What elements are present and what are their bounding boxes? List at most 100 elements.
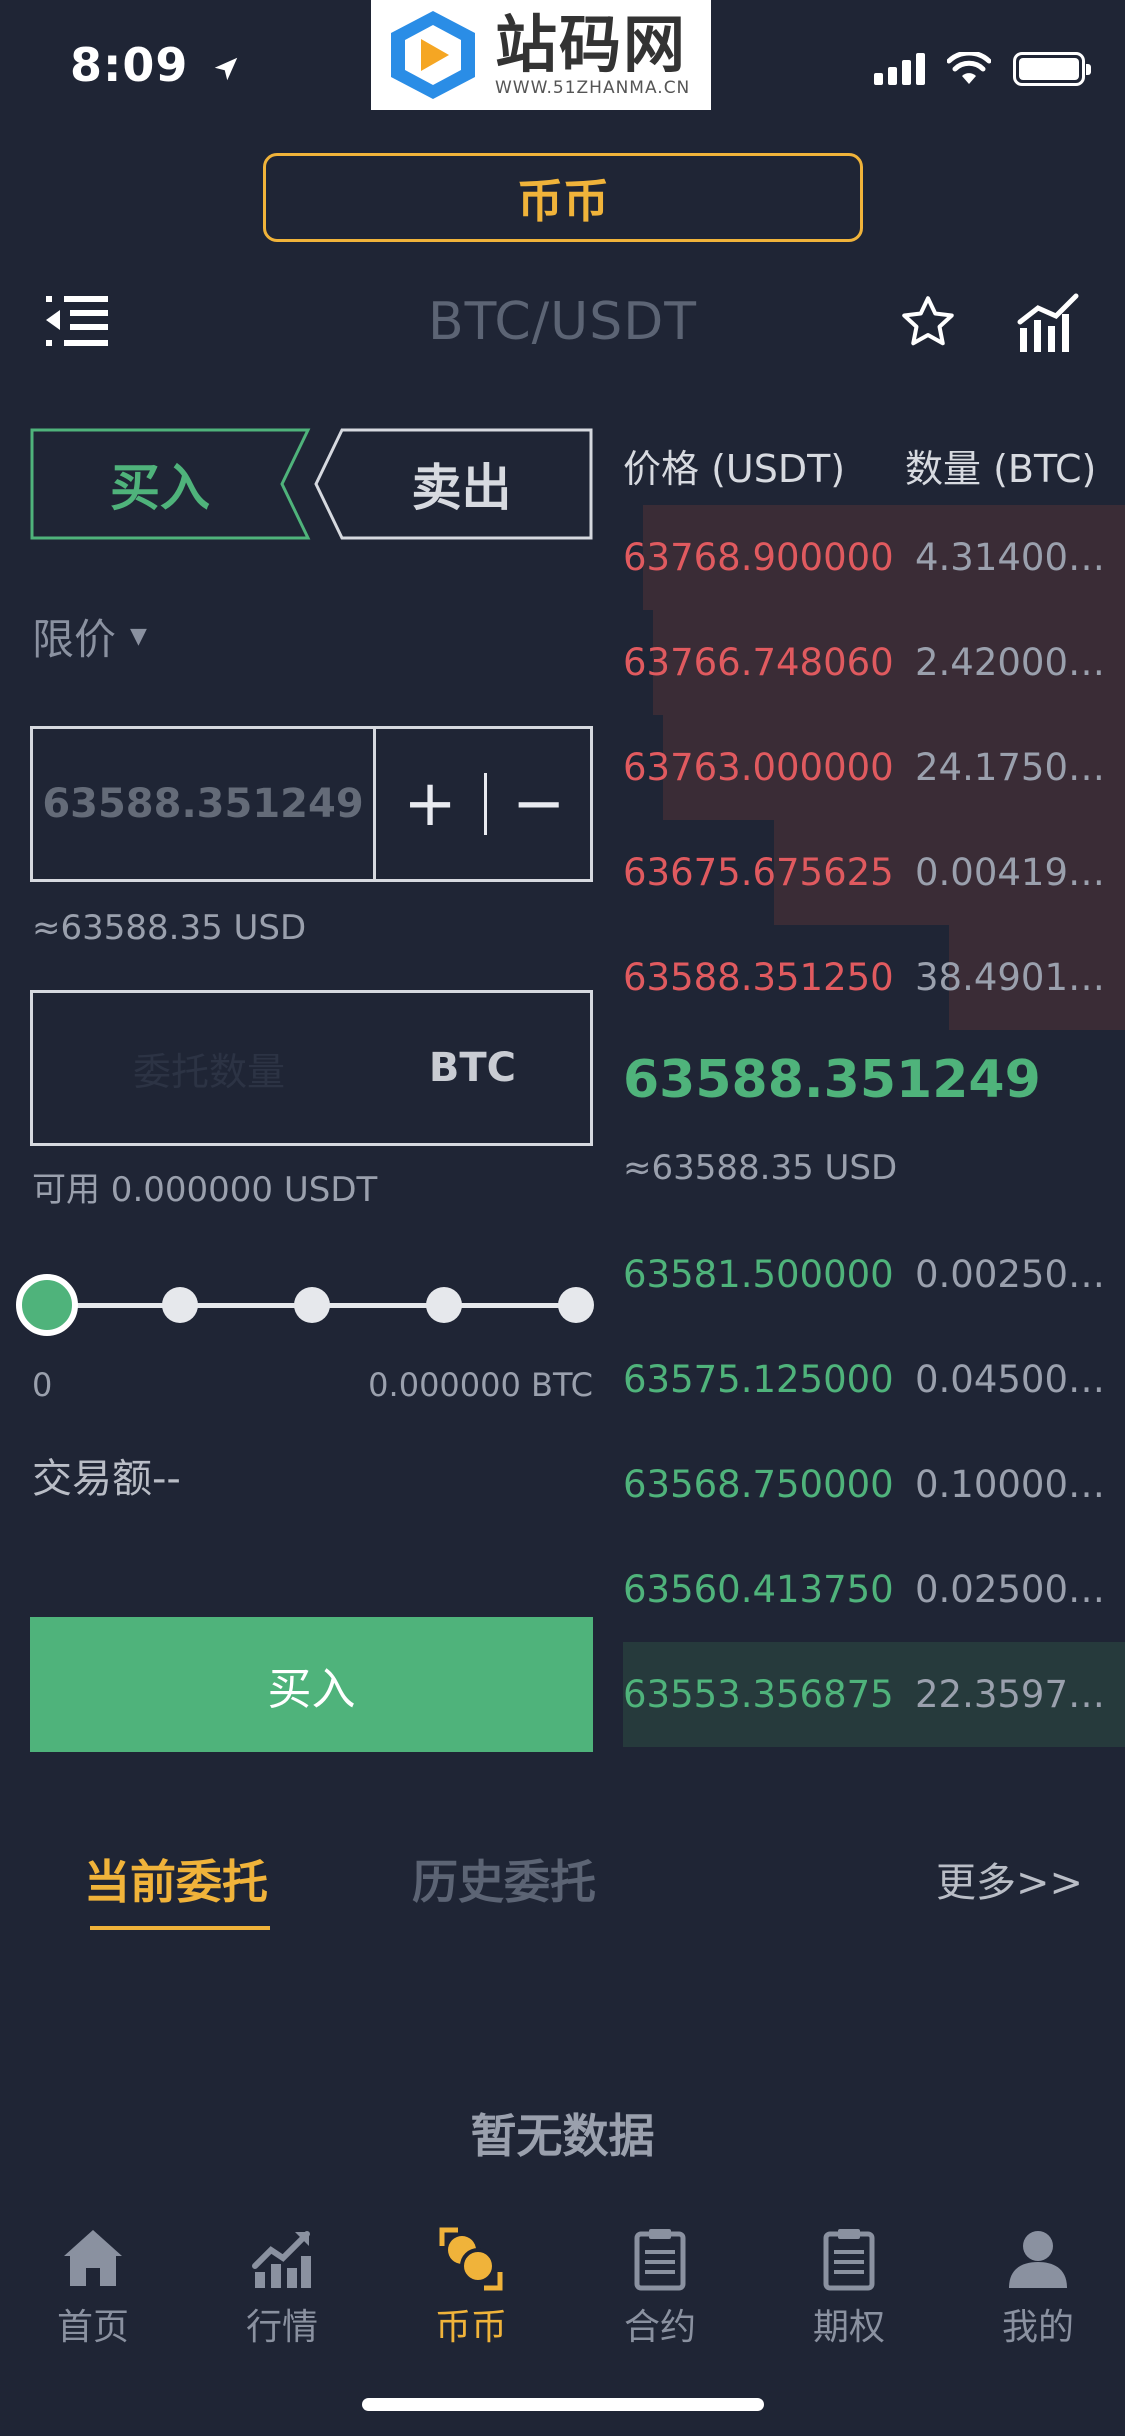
status-time: 8:09 (70, 38, 241, 92)
tab-sell[interactable]: 卖出 (330, 428, 593, 540)
orderbook-price: 63553.356875 (623, 1673, 894, 1716)
nav-options-label: 期权 (812, 2307, 885, 2348)
orderbook-qty: 38.4901… (915, 956, 1106, 999)
orderbook-price: 63581.500000 (623, 1253, 894, 1296)
order-type-dropdown[interactable]: 限价 ▼ (32, 606, 147, 667)
nav-profile-label: 我的 (1001, 2307, 1074, 2348)
orderbook-price: 63575.125000 (623, 1358, 894, 1401)
orderbook-price: 63768.900000 (623, 536, 894, 579)
nav-coins-label: 币币 (434, 2307, 507, 2348)
caret-down-icon: ▼ (130, 624, 147, 649)
tab-current-orders[interactable]: 当前委托 (84, 1846, 268, 1912)
status-time-text: 8:09 (70, 38, 189, 92)
amount-slider[interactable] (16, 1270, 596, 1340)
nav-contract-label: 合约 (623, 2307, 696, 2348)
orderbook-price: 63588.351250 (623, 956, 894, 999)
status-icons (874, 52, 1091, 86)
coins-icon (439, 2227, 503, 2291)
orderbook-qty: 4.31400… (915, 536, 1106, 579)
empty-state: 暂无数据 (470, 2109, 655, 2163)
amount-input-group[interactable]: 委托数量 BTC (30, 990, 593, 1146)
bottom-nav: 首页 行情 币币 合约 期权 我的 (0, 2226, 1125, 2366)
options-clipboard-icon (823, 2229, 875, 2291)
nav-profile[interactable]: 我的 (963, 2226, 1113, 2366)
slider-thumb[interactable] (16, 1274, 78, 1336)
favorite-star-icon[interactable] (898, 292, 958, 352)
watermark-logo-icon (391, 11, 475, 99)
buy-sell-tabs: 买入 卖出 (30, 428, 593, 540)
orderbook-qty: 24.1750… (915, 746, 1106, 789)
price-decrease-button[interactable]: − (487, 729, 590, 879)
slider-min-label: 0 (32, 1366, 53, 1404)
orderbook-row[interactable]: 63675.675625 0.00419… (623, 820, 1125, 925)
tab-sell-label: 卖出 (411, 459, 512, 517)
home-indicator[interactable] (362, 2398, 764, 2411)
orderbook-row[interactable]: 63560.413750 0.02500… (623, 1537, 1125, 1642)
nav-contract[interactable]: 合约 (585, 2226, 735, 2366)
nav-home[interactable]: 首页 (18, 2226, 168, 2366)
orderbook-row[interactable]: 63581.500000 0.00250… (623, 1222, 1125, 1327)
last-price: 63588.351249 (623, 1050, 1041, 1110)
price-increase-button[interactable]: + (376, 729, 484, 879)
watermark-text: 站码网 (495, 8, 688, 81)
orderbook-price: 63766.748060 (623, 641, 894, 684)
orderbook-qty: 0.04500… (915, 1358, 1106, 1401)
orderbook-row[interactable]: 63763.000000 24.1750… (623, 715, 1125, 820)
tab-history-orders[interactable]: 历史委托 (412, 1846, 596, 1912)
more-orders-link[interactable]: 更多>> (936, 1850, 1083, 1908)
orderbook-price-header: 价格 (USDT) (623, 447, 846, 491)
nav-coins[interactable]: 币币 (396, 2226, 546, 2366)
battery-icon (1013, 52, 1091, 86)
kline-chart-icon[interactable] (1016, 292, 1080, 354)
watermark: 站码网 WWW.51ZHANMA.CN (371, 0, 711, 110)
contract-clipboard-icon (634, 2229, 686, 2291)
orderbook-qty: 22.3597… (915, 1673, 1106, 1716)
orderbook-row[interactable]: 63575.125000 0.04500… (623, 1327, 1125, 1432)
mode-selector[interactable]: 币币 (263, 153, 863, 242)
orderbook-qty: 0.02500… (915, 1568, 1106, 1611)
wifi-icon (947, 52, 991, 84)
price-input-group: 63588.351249 + − (30, 726, 593, 882)
nav-options[interactable]: 期权 (774, 2226, 924, 2366)
nav-home-label: 首页 (56, 2307, 129, 2348)
tab-buy[interactable]: 买入 (30, 428, 290, 540)
home-icon (64, 2230, 122, 2286)
orderbook-qty-header: 数量 (BTC) (905, 447, 1097, 491)
orderbook-row[interactable]: 63568.750000 0.10000… (623, 1432, 1125, 1537)
nav-market[interactable]: 行情 (207, 2226, 357, 2366)
slider-step-75[interactable] (426, 1287, 462, 1323)
slider-max-label: 0.000000 BTC (368, 1366, 593, 1404)
price-input[interactable]: 63588.351249 (33, 729, 373, 879)
slider-step-25[interactable] (162, 1287, 198, 1323)
price-usd-approx: ≈63588.35 USD (32, 908, 307, 948)
orderbook-price: 63675.675625 (623, 851, 894, 894)
trade-amount: 交易额-- (32, 1456, 181, 1502)
nav-market-label: 行情 (245, 2307, 318, 2348)
orderbook-qty: 2.42000… (915, 641, 1106, 684)
tab-buy-label: 买入 (110, 459, 210, 517)
amount-unit: BTC (428, 1045, 516, 1091)
orderbook-price: 63560.413750 (623, 1568, 894, 1611)
user-icon (1009, 2231, 1067, 2288)
orderbook-row[interactable]: 63553.356875 22.3597… (623, 1642, 1125, 1747)
orderbook-qty: 0.10000… (915, 1463, 1106, 1506)
order-type-label: 限价 (32, 615, 117, 664)
mode-selector-label: 币币 (517, 173, 609, 228)
orderbook-qty: 0.00419… (915, 851, 1106, 894)
orderbook-price: 63568.750000 (623, 1463, 894, 1506)
current-tab-underline (90, 1926, 270, 1930)
cellular-signal-icon (874, 53, 925, 85)
market-chart-icon (252, 2231, 311, 2288)
watermark-url: WWW.51ZHANMA.CN (495, 78, 691, 98)
orderbook-row[interactable]: 63588.351250 38.4901… (623, 925, 1125, 1030)
buy-button[interactable]: 买入 (30, 1617, 593, 1752)
orderbook-row[interactable]: 63768.900000 4.31400… (623, 505, 1125, 610)
slider-step-100[interactable] (558, 1287, 594, 1323)
orderbook-price: 63763.000000 (623, 746, 894, 789)
orderbook-qty: 0.00250… (915, 1253, 1106, 1296)
slider-step-50[interactable] (294, 1287, 330, 1323)
location-arrow-icon (215, 57, 238, 80)
last-price-usd: ≈63588.35 USD (623, 1148, 898, 1188)
orderbook-row[interactable]: 63766.748060 2.42000… (623, 610, 1125, 715)
amount-input-placeholder[interactable]: 委托数量 (133, 993, 285, 1143)
